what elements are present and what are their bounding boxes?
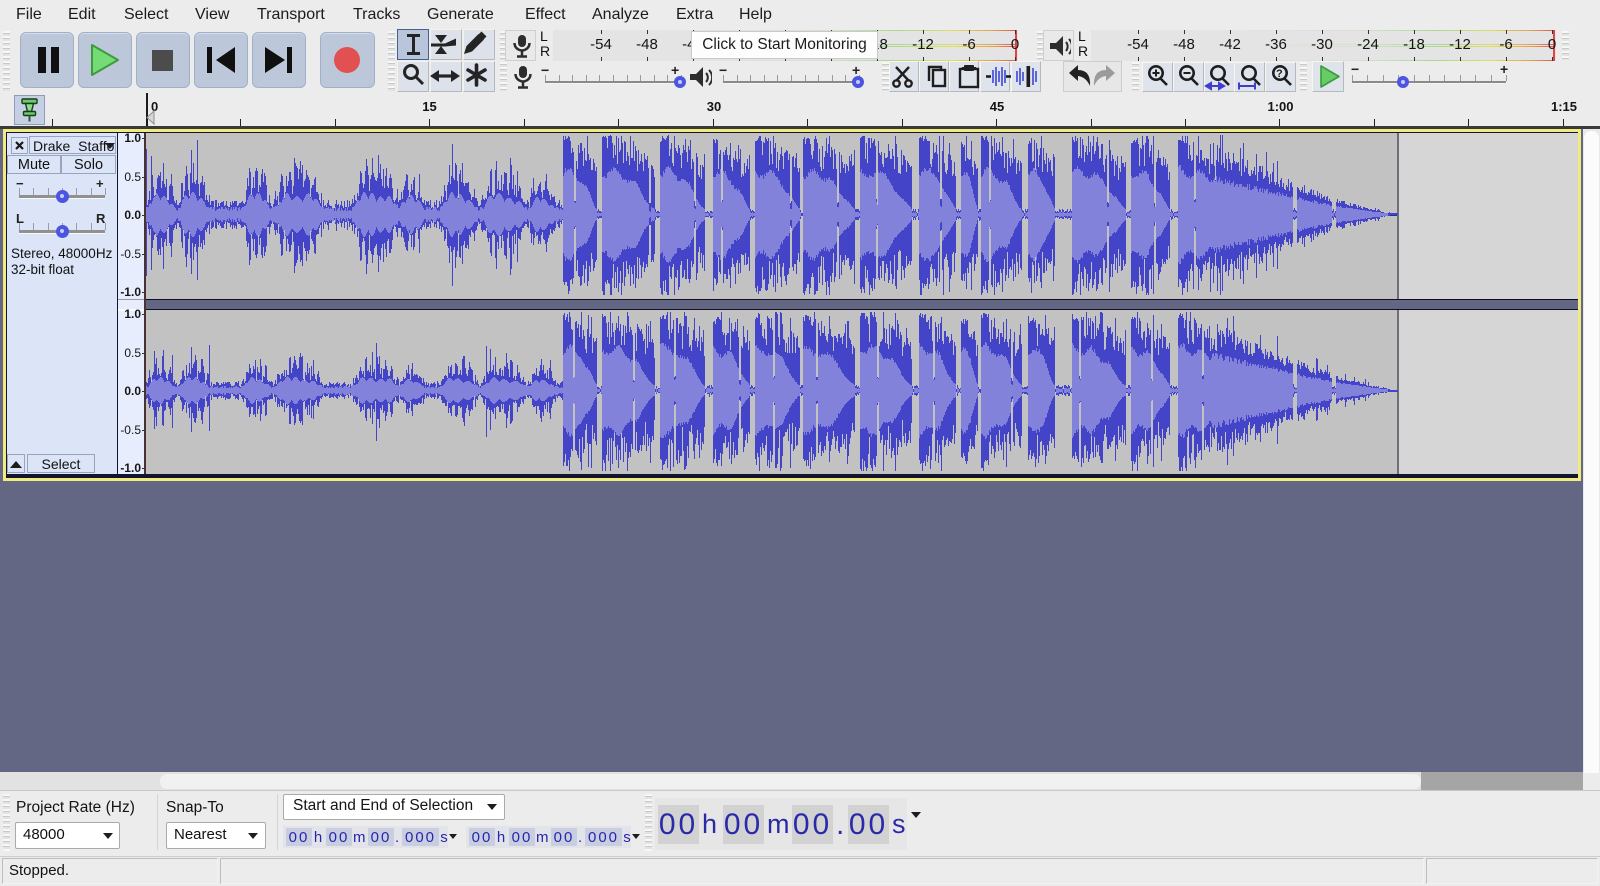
svg-text:?: ? xyxy=(1276,68,1283,80)
